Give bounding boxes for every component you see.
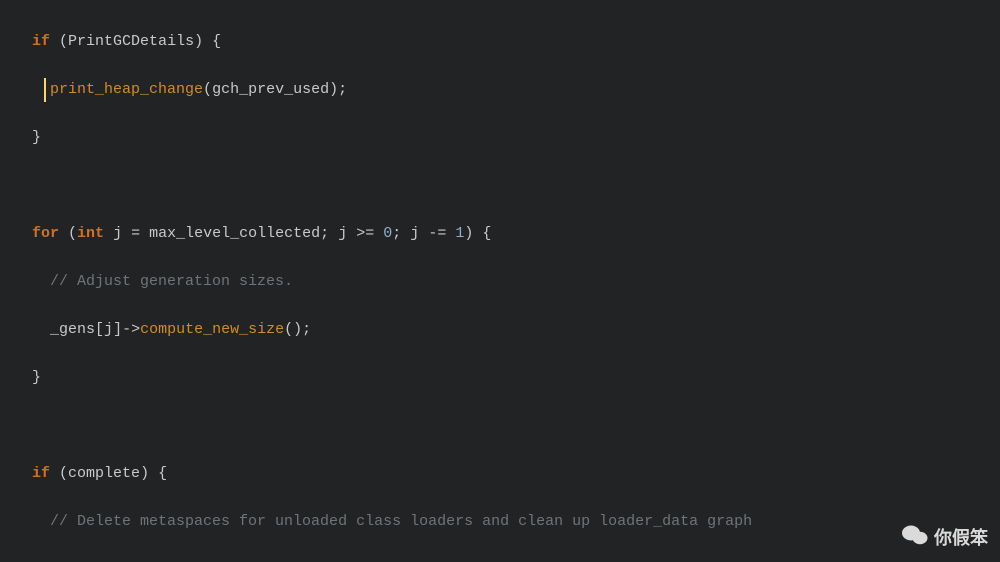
- watermark-text: 你假笨: [934, 526, 988, 550]
- watermark: 你假笨: [902, 524, 988, 552]
- code-line: for (int j = max_level_collected; j >= 0…: [0, 222, 1000, 246]
- blank-line: [0, 414, 1000, 438]
- code-line: if (PrintGCDetails) {: [0, 30, 1000, 54]
- comment: // Adjust generation sizes.: [50, 273, 293, 290]
- comment: // Delete metaspaces for unloaded class …: [50, 513, 752, 530]
- code-line: }: [0, 126, 1000, 150]
- code-line: // Adjust generation sizes.: [0, 270, 1000, 294]
- keyword-int: int: [77, 225, 104, 242]
- code-line: _gens[j]->compute_new_size();: [0, 318, 1000, 342]
- code-editor: if (PrintGCDetails) { print_heap_change(…: [0, 0, 1000, 562]
- code-line: print_heap_change(gch_prev_used);: [0, 78, 1000, 102]
- keyword-if: if: [32, 465, 50, 482]
- keyword-if: if: [32, 33, 50, 50]
- fn-call: print_heap_change: [50, 81, 203, 98]
- wechat-icon: [902, 524, 928, 552]
- fn-call: compute_new_size: [140, 321, 284, 338]
- code-line: // Delete metaspaces for unloaded class …: [0, 510, 1000, 534]
- blank-line: [0, 174, 1000, 198]
- code-line: ClassLoaderDataGraph::purge();: [0, 558, 1000, 562]
- code-line: }: [0, 366, 1000, 390]
- keyword-for: for: [32, 225, 59, 242]
- code-line: if (complete) {: [0, 462, 1000, 486]
